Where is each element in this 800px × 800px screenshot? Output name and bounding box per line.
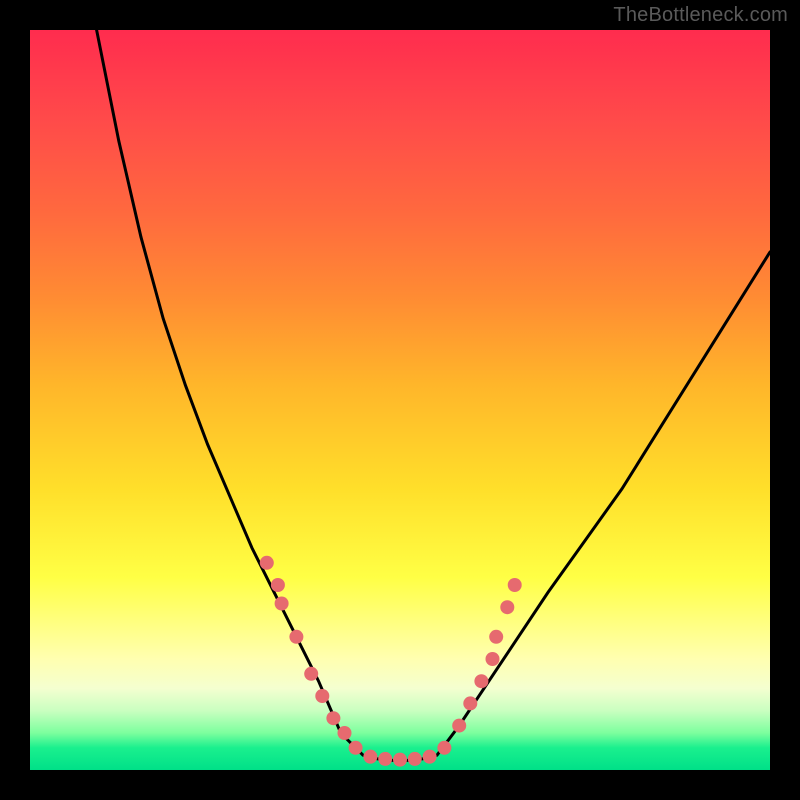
marker-dot: [408, 752, 422, 766]
marker-dot: [315, 689, 329, 703]
marker-dot: [260, 556, 274, 570]
marker-dot: [363, 750, 377, 764]
bottleneck-curve: [97, 30, 770, 760]
curve-markers: [260, 556, 522, 767]
marker-dot: [452, 719, 466, 733]
marker-dot: [508, 578, 522, 592]
chart-frame: TheBottleneck.com: [0, 0, 800, 800]
marker-dot: [338, 726, 352, 740]
marker-dot: [486, 652, 500, 666]
plot-area: [30, 30, 770, 770]
chart-svg: [30, 30, 770, 770]
marker-dot: [275, 597, 289, 611]
marker-dot: [304, 667, 318, 681]
curve-lines: [97, 30, 770, 760]
marker-dot: [474, 674, 488, 688]
marker-dot: [271, 578, 285, 592]
marker-dot: [489, 630, 503, 644]
watermark-text: TheBottleneck.com: [613, 4, 788, 27]
marker-dot: [500, 600, 514, 614]
marker-dot: [289, 630, 303, 644]
marker-dot: [437, 741, 451, 755]
marker-dot: [378, 752, 392, 766]
marker-dot: [326, 711, 340, 725]
marker-dot: [423, 750, 437, 764]
marker-dot: [349, 741, 363, 755]
marker-dot: [393, 753, 407, 767]
marker-dot: [463, 696, 477, 710]
